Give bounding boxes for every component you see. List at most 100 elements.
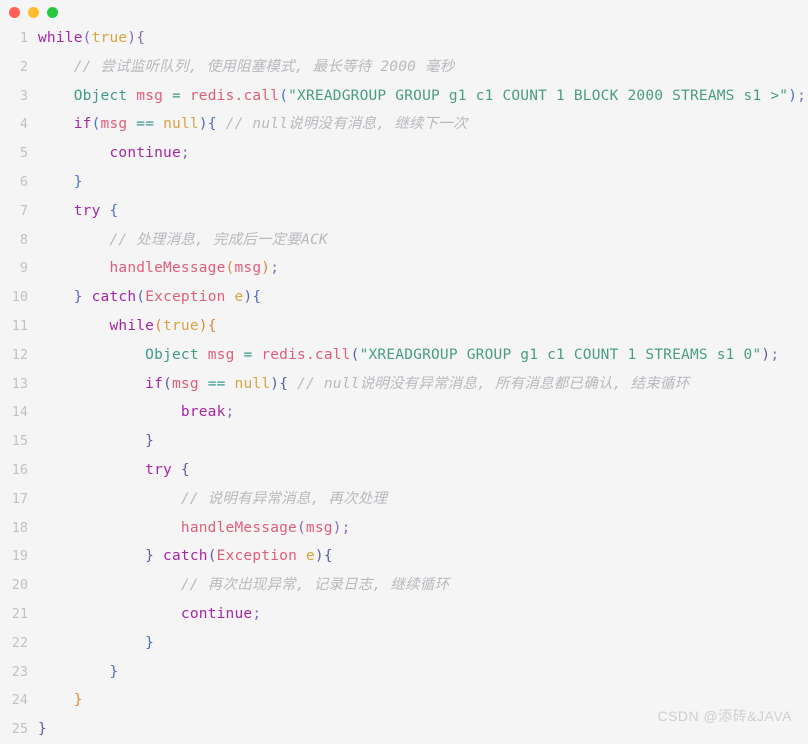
code-text[interactable]: } [38, 629, 808, 658]
code-token: if [73, 116, 92, 133]
code-text[interactable]: } catch(Exception e){ [38, 542, 808, 571]
code-token: } [73, 173, 83, 190]
code-line: 17 // 说明有异常消息, 再次处理 [0, 485, 808, 514]
code-line: 9 handleMessage(msg); [0, 254, 808, 283]
maximize-window-dot[interactable] [47, 6, 58, 18]
line-number: 6 [19, 173, 28, 190]
code-text[interactable]: handleMessage(msg); [38, 514, 808, 543]
code-token: true [163, 317, 199, 334]
watermark-label: CSDN @添砖&JAVA [657, 708, 792, 724]
code-line: 20 // 再次出现异常, 记录日志, 继续循环 [0, 571, 808, 600]
line-number: 14 [11, 404, 28, 421]
code-token: redis.call [261, 346, 351, 363]
code-token: while [109, 317, 155, 334]
code-text[interactable]: if(msg == null){ // null说明没有消息, 继续下一次 [38, 110, 808, 139]
code-line: 19 } catch(Exception e){ [0, 542, 808, 571]
code-token: ; [797, 87, 807, 104]
code-token: ; [770, 346, 780, 363]
code-line: 10 } catch(Exception e){ [0, 283, 808, 312]
code-line: 18 handleMessage(msg); [0, 514, 808, 543]
line-number: 9 [19, 260, 28, 277]
code-text[interactable]: } [38, 168, 808, 197]
code-token: msg [100, 116, 128, 133]
minimize-window-dot[interactable] [28, 6, 39, 18]
code-token: = [172, 87, 181, 104]
line-number: 1 [19, 30, 28, 46]
line-number: 25 [11, 721, 28, 738]
code-token: redis.call [189, 87, 280, 104]
code-token: while [38, 30, 83, 46]
code-token: ; [252, 605, 262, 622]
code-token: // 说明有异常消息, 再次处理 [38, 490, 388, 507]
code-token: ( [296, 519, 306, 536]
code-editor-area[interactable]: 1 while(true){2 // 尝试监听队列, 使用阻塞模式, 最长等待 2… [0, 24, 808, 737]
line-number: 2 [19, 58, 28, 75]
code-line: 12 Object msg = redis.call("XREADGROUP G… [0, 341, 808, 370]
code-token: ( [279, 87, 289, 104]
code-line: 13 if(msg == null){ // null说明没有异常消息, 所有消… [0, 370, 808, 399]
code-line: 1 while(true){ [0, 24, 808, 53]
code-token: // 尝试监听队列, 使用阻塞模式, 最长等待 2000 毫秒 [38, 58, 455, 75]
line-number: 15 [11, 433, 28, 450]
code-token: handleMessage [180, 519, 297, 536]
code-token: } [145, 634, 155, 651]
code-token: catch [91, 289, 137, 306]
code-line: 22 } [0, 629, 808, 658]
code-text[interactable]: if(msg == null){ // null说明没有异常消息, 所有消息都已… [38, 370, 808, 399]
line-number: 24 [11, 692, 28, 709]
line-number: 19 [11, 548, 28, 565]
code-token: Object [145, 346, 199, 363]
code-text[interactable]: // 再次出现异常, 记录日志, 继续循环 [38, 571, 808, 600]
line-number: 8 [19, 231, 28, 248]
code-text[interactable]: continue; [38, 139, 808, 168]
line-number: 23 [11, 663, 28, 680]
code-text[interactable]: try { [38, 197, 808, 226]
code-token: msg [136, 87, 164, 104]
line-number: 7 [19, 202, 28, 219]
code-text[interactable]: } catch(Exception e){ [38, 283, 808, 312]
code-line: 21 continue; [0, 600, 808, 629]
code-token: ; [270, 260, 280, 277]
code-text[interactable]: // 尝试监听队列, 使用阻塞模式, 最长等待 2000 毫秒 [38, 53, 808, 82]
code-token: { [279, 375, 289, 392]
code-token: msg [305, 519, 333, 536]
line-number: 20 [11, 577, 28, 594]
code-text[interactable]: while(true){ [38, 312, 808, 341]
code-token: try [73, 202, 101, 219]
code-token: null [234, 375, 271, 392]
code-text[interactable]: break; [38, 398, 808, 427]
line-number: 22 [11, 634, 28, 651]
code-text[interactable]: try { [38, 456, 808, 485]
code-text[interactable]: continue; [38, 600, 808, 629]
code-text[interactable]: // 说明有异常消息, 再次处理 [38, 485, 808, 514]
line-number: 4 [19, 116, 28, 133]
code-token: { [207, 317, 217, 334]
code-token: ) [270, 375, 280, 392]
code-token: break [180, 404, 226, 421]
code-token: Exception [145, 289, 226, 306]
code-text[interactable]: } [38, 427, 808, 456]
code-text[interactable]: Object msg = redis.call("XREADGROUP GROU… [38, 341, 808, 370]
code-text[interactable]: handleMessage(msg); [38, 254, 808, 283]
code-token: try [145, 461, 172, 478]
code-text[interactable]: while(true){ [38, 24, 808, 53]
code-text[interactable]: // 处理消息, 完成后一定要ACK [38, 226, 808, 255]
code-text[interactable]: Object msg = redis.call("XREADGROUP GROU… [38, 82, 808, 111]
code-token: } [109, 663, 119, 680]
code-text[interactable]: } [38, 658, 808, 687]
code-token: // 再次出现异常, 记录日志, 继续循环 [38, 577, 450, 594]
close-window-dot[interactable] [9, 6, 20, 18]
